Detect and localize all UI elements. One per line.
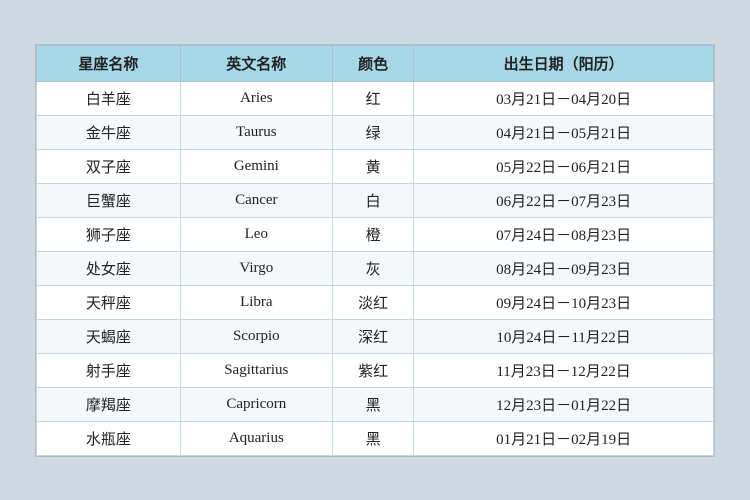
- table-cell-3-0: 巨蟹座: [37, 183, 181, 217]
- table-cell-2-0: 双子座: [37, 149, 181, 183]
- table-cell-5-3: 08月24日－09月23日: [414, 251, 714, 285]
- zodiac-table-wrapper: 星座名称英文名称颜色出生日期（阳历） 白羊座Aries红03月21日－04月20…: [35, 44, 715, 457]
- table-row: 射手座Sagittarius紫红11月23日－12月22日: [37, 353, 714, 387]
- table-cell-3-2: 白: [332, 183, 413, 217]
- header-cell-3: 出生日期（阳历）: [414, 45, 714, 81]
- table-cell-1-2: 绿: [332, 115, 413, 149]
- table-cell-6-3: 09月24日－10月23日: [414, 285, 714, 319]
- table-cell-0-2: 红: [332, 81, 413, 115]
- table-cell-3-3: 06月22日－07月23日: [414, 183, 714, 217]
- table-row: 天蝎座Scorpio深红10月24日－11月22日: [37, 319, 714, 353]
- table-cell-1-0: 金牛座: [37, 115, 181, 149]
- table-cell-5-1: Virgo: [180, 251, 332, 285]
- table-cell-10-0: 水瓶座: [37, 421, 181, 455]
- table-row: 双子座Gemini黄05月22日－06月21日: [37, 149, 714, 183]
- table-body: 白羊座Aries红03月21日－04月20日金牛座Taurus绿04月21日－0…: [37, 81, 714, 455]
- table-cell-9-0: 摩羯座: [37, 387, 181, 421]
- table-cell-1-1: Taurus: [180, 115, 332, 149]
- table-cell-2-1: Gemini: [180, 149, 332, 183]
- table-cell-7-3: 10月24日－11月22日: [414, 319, 714, 353]
- table-cell-8-0: 射手座: [37, 353, 181, 387]
- table-cell-10-1: Aquarius: [180, 421, 332, 455]
- table-cell-6-2: 淡红: [332, 285, 413, 319]
- table-row: 水瓶座Aquarius黑01月21日－02月19日: [37, 421, 714, 455]
- table-cell-4-1: Leo: [180, 217, 332, 251]
- table-cell-2-2: 黄: [332, 149, 413, 183]
- table-cell-7-1: Scorpio: [180, 319, 332, 353]
- table-row: 处女座Virgo灰08月24日－09月23日: [37, 251, 714, 285]
- table-header: 星座名称英文名称颜色出生日期（阳历）: [37, 45, 714, 81]
- table-cell-5-2: 灰: [332, 251, 413, 285]
- header-cell-0: 星座名称: [37, 45, 181, 81]
- table-cell-9-1: Capricorn: [180, 387, 332, 421]
- table-row: 天秤座Libra淡红09月24日－10月23日: [37, 285, 714, 319]
- table-cell-8-3: 11月23日－12月22日: [414, 353, 714, 387]
- table-row: 金牛座Taurus绿04月21日－05月21日: [37, 115, 714, 149]
- table-cell-9-3: 12月23日－01月22日: [414, 387, 714, 421]
- zodiac-table: 星座名称英文名称颜色出生日期（阳历） 白羊座Aries红03月21日－04月20…: [36, 45, 714, 456]
- table-row: 狮子座Leo橙07月24日－08月23日: [37, 217, 714, 251]
- table-row: 白羊座Aries红03月21日－04月20日: [37, 81, 714, 115]
- table-row: 巨蟹座Cancer白06月22日－07月23日: [37, 183, 714, 217]
- table-cell-4-2: 橙: [332, 217, 413, 251]
- table-cell-10-2: 黑: [332, 421, 413, 455]
- table-cell-7-2: 深红: [332, 319, 413, 353]
- header-cell-2: 颜色: [332, 45, 413, 81]
- table-cell-4-0: 狮子座: [37, 217, 181, 251]
- header-cell-1: 英文名称: [180, 45, 332, 81]
- table-cell-3-1: Cancer: [180, 183, 332, 217]
- table-cell-10-3: 01月21日－02月19日: [414, 421, 714, 455]
- table-cell-1-3: 04月21日－05月21日: [414, 115, 714, 149]
- table-cell-8-2: 紫红: [332, 353, 413, 387]
- table-cell-8-1: Sagittarius: [180, 353, 332, 387]
- table-cell-0-1: Aries: [180, 81, 332, 115]
- table-cell-4-3: 07月24日－08月23日: [414, 217, 714, 251]
- table-cell-0-0: 白羊座: [37, 81, 181, 115]
- header-row: 星座名称英文名称颜色出生日期（阳历）: [37, 45, 714, 81]
- table-row: 摩羯座Capricorn黑12月23日－01月22日: [37, 387, 714, 421]
- table-cell-0-3: 03月21日－04月20日: [414, 81, 714, 115]
- table-cell-9-2: 黑: [332, 387, 413, 421]
- table-cell-6-1: Libra: [180, 285, 332, 319]
- table-cell-5-0: 处女座: [37, 251, 181, 285]
- table-cell-6-0: 天秤座: [37, 285, 181, 319]
- table-cell-7-0: 天蝎座: [37, 319, 181, 353]
- table-cell-2-3: 05月22日－06月21日: [414, 149, 714, 183]
